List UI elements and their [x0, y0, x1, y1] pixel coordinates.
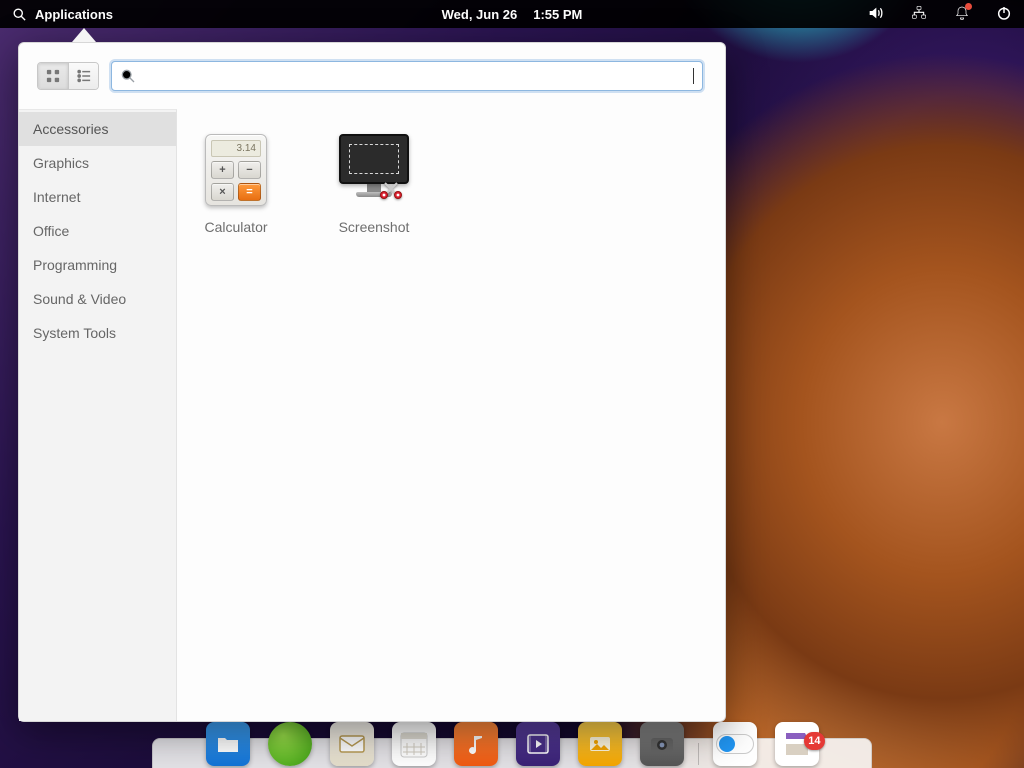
panel-date[interactable]: Wed, Jun 26 — [442, 7, 518, 22]
network-icon — [910, 5, 928, 21]
category-programming[interactable]: Programming — [19, 248, 176, 282]
category-office[interactable]: Office — [19, 214, 176, 248]
dock-item-browser[interactable] — [268, 740, 312, 768]
category-sidebar: Accessories Graphics Internet Office Pro… — [19, 109, 177, 721]
view-mode-toggle — [37, 62, 99, 90]
mail-icon — [339, 735, 365, 753]
search-icon — [12, 7, 27, 22]
calculator-icon: 3.14 +− ×= — [197, 131, 275, 209]
dock-item-videos[interactable] — [516, 740, 560, 768]
volume-icon — [866, 5, 884, 21]
text-cursor — [693, 68, 694, 84]
popover-arrow — [72, 28, 96, 42]
toggle-icon — [716, 734, 754, 754]
app-calculator[interactable]: 3.14 +− ×= Calculator — [197, 131, 275, 235]
dock-item-files[interactable] — [206, 740, 250, 768]
category-accessories[interactable]: Accessories — [19, 112, 176, 146]
volume-indicator[interactable] — [866, 5, 884, 24]
dock-item-calendar[interactable] — [392, 740, 436, 768]
dock: 14 — [152, 738, 872, 768]
category-internet[interactable]: Internet — [19, 180, 176, 214]
appmenu-header — [19, 43, 725, 109]
category-graphics[interactable]: Graphics — [19, 146, 176, 180]
files-icon — [216, 734, 240, 754]
music-icon — [467, 734, 485, 754]
search-icon — [120, 68, 136, 84]
film-icon — [525, 733, 551, 755]
update-badge: 14 — [804, 732, 824, 750]
dock-item-music[interactable] — [454, 740, 498, 768]
grid-view-button[interactable] — [38, 63, 68, 89]
dock-item-mail[interactable] — [330, 740, 374, 768]
app-label: Screenshot — [339, 219, 410, 235]
bell-icon — [954, 5, 970, 21]
screenshot-icon — [335, 131, 413, 209]
top-panel: Applications Wed, Jun 26 1:55 PM — [0, 0, 1024, 28]
dock-item-settings-toggle[interactable] — [713, 740, 757, 768]
session-indicator[interactable] — [996, 5, 1012, 24]
applications-label: Applications — [35, 7, 113, 22]
app-screenshot[interactable]: Screenshot — [335, 131, 413, 235]
app-search-input[interactable] — [136, 68, 691, 84]
power-icon — [996, 5, 1012, 21]
applications-menu-button[interactable]: Applications — [12, 7, 113, 22]
list-view-button[interactable] — [68, 63, 98, 89]
dock-separator — [698, 743, 699, 765]
dock-item-camera[interactable] — [640, 740, 684, 768]
applications-popover: Accessories Graphics Internet Office Pro… — [18, 42, 726, 722]
grid-icon — [46, 69, 60, 83]
list-icon — [77, 69, 91, 83]
camera-icon — [649, 734, 675, 754]
network-indicator[interactable] — [910, 5, 928, 24]
notifications-indicator[interactable] — [954, 5, 970, 24]
app-grid: 3.14 +− ×= Calculator — [177, 109, 725, 721]
calendar-icon — [399, 729, 429, 759]
photos-icon — [588, 734, 612, 754]
panel-time[interactable]: 1:55 PM — [533, 7, 582, 22]
category-sound-video[interactable]: Sound & Video — [19, 282, 176, 316]
app-label: Calculator — [204, 219, 267, 235]
category-system-tools[interactable]: System Tools — [19, 316, 176, 350]
dock-item-photos[interactable] — [578, 740, 622, 768]
dock-item-appcenter[interactable]: 14 — [775, 740, 819, 768]
app-search-box[interactable] — [111, 61, 703, 91]
